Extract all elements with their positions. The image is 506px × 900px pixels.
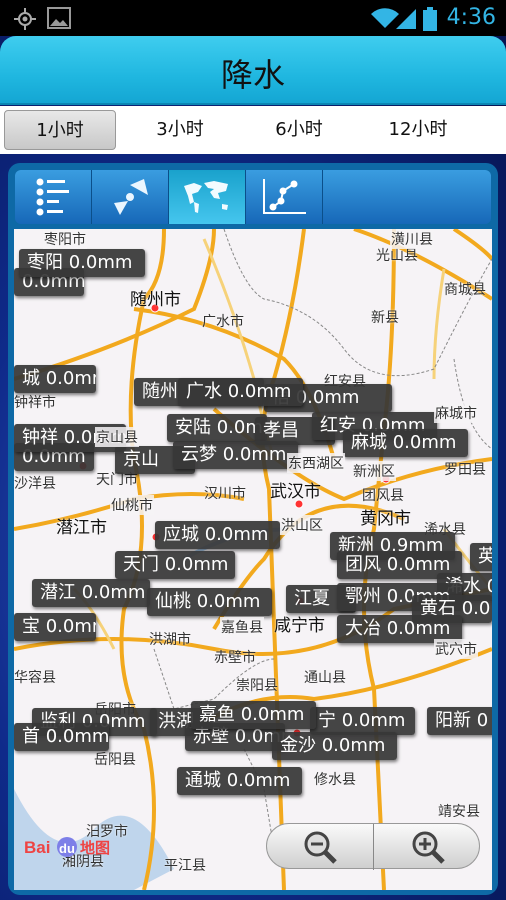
page-title: 降水: [220, 56, 285, 94]
rain-callout[interactable]: 英: [470, 543, 492, 571]
rain-callout[interactable]: 潜江 0.0mm: [32, 579, 150, 607]
map-label: 武汉市: [270, 482, 321, 502]
map-view[interactable]: 光山县 商城县 随州市 广水市 新县 红安县 钟祥市 罗田县 天门市 沙洋县 汉…: [14, 229, 492, 890]
map-label: 团风县: [362, 488, 404, 504]
map-label: 靖安县: [438, 804, 480, 820]
rain-callout[interactable]: 麻城 0.0mm: [343, 429, 468, 457]
image-icon: [47, 7, 71, 29]
rain-callout[interactable]: 天门 0.0mm: [115, 551, 235, 579]
map-label: 沙洋县: [14, 476, 56, 492]
map-label: 潜江市: [56, 518, 107, 538]
map-label: 商城县: [444, 282, 486, 298]
map-label: 随州市: [130, 290, 181, 310]
tab-1h[interactable]: 1小时: [4, 110, 116, 150]
rain-callout[interactable]: 应城 0.0mm: [155, 521, 280, 549]
zoom-out-button[interactable]: [267, 824, 374, 870]
baidu-logo-icon: Bai du 地图: [24, 837, 110, 857]
status-bar: 4:36: [0, 0, 506, 36]
signal-icon: [396, 9, 416, 29]
clock: 4:36: [446, 5, 496, 30]
svg-text:du: du: [59, 841, 75, 856]
time-range-tabs: 1小时 3小时 6小时 12小时: [0, 106, 506, 154]
map-label: 潢川县: [390, 229, 434, 249]
battery-icon: [423, 7, 437, 31]
app-header: 降水: [0, 36, 506, 105]
tab-3h[interactable]: 3小时: [124, 110, 236, 150]
map-label: 仙桃市: [110, 495, 154, 515]
toolbar-empty-slot: [323, 170, 491, 224]
map-label: 枣阳市: [43, 229, 87, 249]
rain-callout[interactable]: 宝 0.0mm: [14, 613, 96, 641]
rain-callout[interactable]: 仙桃 0.0mm: [147, 588, 272, 616]
map-label: 汉川市: [204, 486, 246, 502]
world-map-icon: [184, 181, 228, 213]
map-label: 麻城市: [434, 403, 478, 423]
zoom-in-button[interactable]: [374, 824, 481, 870]
rain-callout[interactable]: 嘉鱼 0.0mm: [191, 701, 316, 729]
list-icon: [36, 178, 69, 216]
list-view-button[interactable]: [15, 170, 92, 224]
zoom-in-icon: [412, 831, 445, 864]
radar-view-button[interactable]: [92, 170, 169, 224]
chart-view-button[interactable]: [246, 170, 323, 224]
rain-callout[interactable]: 城 0.0mm: [14, 365, 96, 393]
zoom-out-icon: [304, 831, 337, 864]
map-label: 广水市: [202, 314, 244, 330]
tab-6h[interactable]: 6小时: [243, 110, 355, 150]
svg-text:Bai: Bai: [24, 838, 50, 857]
rain-callout[interactable]: 枣阳 0.0mm: [19, 249, 145, 277]
gps-icon: [14, 8, 36, 30]
map-label: 新县: [371, 310, 399, 326]
map-label: 洪湖市: [149, 632, 191, 648]
tab-12h[interactable]: 12小时: [362, 110, 474, 150]
map-label: 黄冈市: [360, 509, 411, 529]
map-label: 崇阳县: [236, 678, 278, 694]
map-label: 通山县: [304, 670, 346, 686]
rain-callout[interactable]: 云梦 0.0mm: [173, 441, 298, 469]
map-view-button[interactable]: [169, 170, 246, 224]
map-label: 新洲区: [352, 461, 396, 481]
map-label: 洪山区: [280, 515, 324, 535]
rain-callout[interactable]: 安陆 0.0mm: [167, 414, 267, 442]
map-label: 平江县: [164, 858, 206, 874]
map-label: 华容县: [14, 670, 56, 686]
map-label: 岳阳县: [94, 752, 136, 768]
map-label: 京山县: [95, 427, 139, 447]
map-label: 赤壁市: [214, 650, 256, 666]
map-label: 武穴市: [434, 639, 478, 659]
radar-icon: [114, 179, 148, 215]
line-chart-icon: [263, 179, 306, 214]
map-label: 修水县: [314, 772, 356, 788]
map-label: 钟祥市: [14, 395, 56, 411]
rain-callout[interactable]: 金沙 0.0mm: [272, 732, 397, 760]
svg-text:地图: 地图: [80, 839, 110, 857]
rain-callout[interactable]: 宁 0.0mm: [310, 707, 415, 735]
rain-callout[interactable]: 广水 0.0mm: [178, 378, 303, 406]
rain-callout[interactable]: 通城 0.0mm: [177, 767, 302, 795]
rain-callout[interactable]: 阳新 0: [427, 707, 492, 735]
map-label: 嘉鱼县: [220, 617, 264, 637]
map-label: 东西湖区: [287, 453, 345, 473]
baidu-map-logo: Bai du 地图: [24, 833, 114, 866]
rain-callout[interactable]: 首 0.0mm: [14, 723, 109, 751]
map-label: 罗田县: [444, 462, 486, 478]
view-toolbar: [15, 170, 491, 224]
map-label: 咸宁市: [274, 616, 325, 636]
zoom-controls: [266, 823, 481, 870]
